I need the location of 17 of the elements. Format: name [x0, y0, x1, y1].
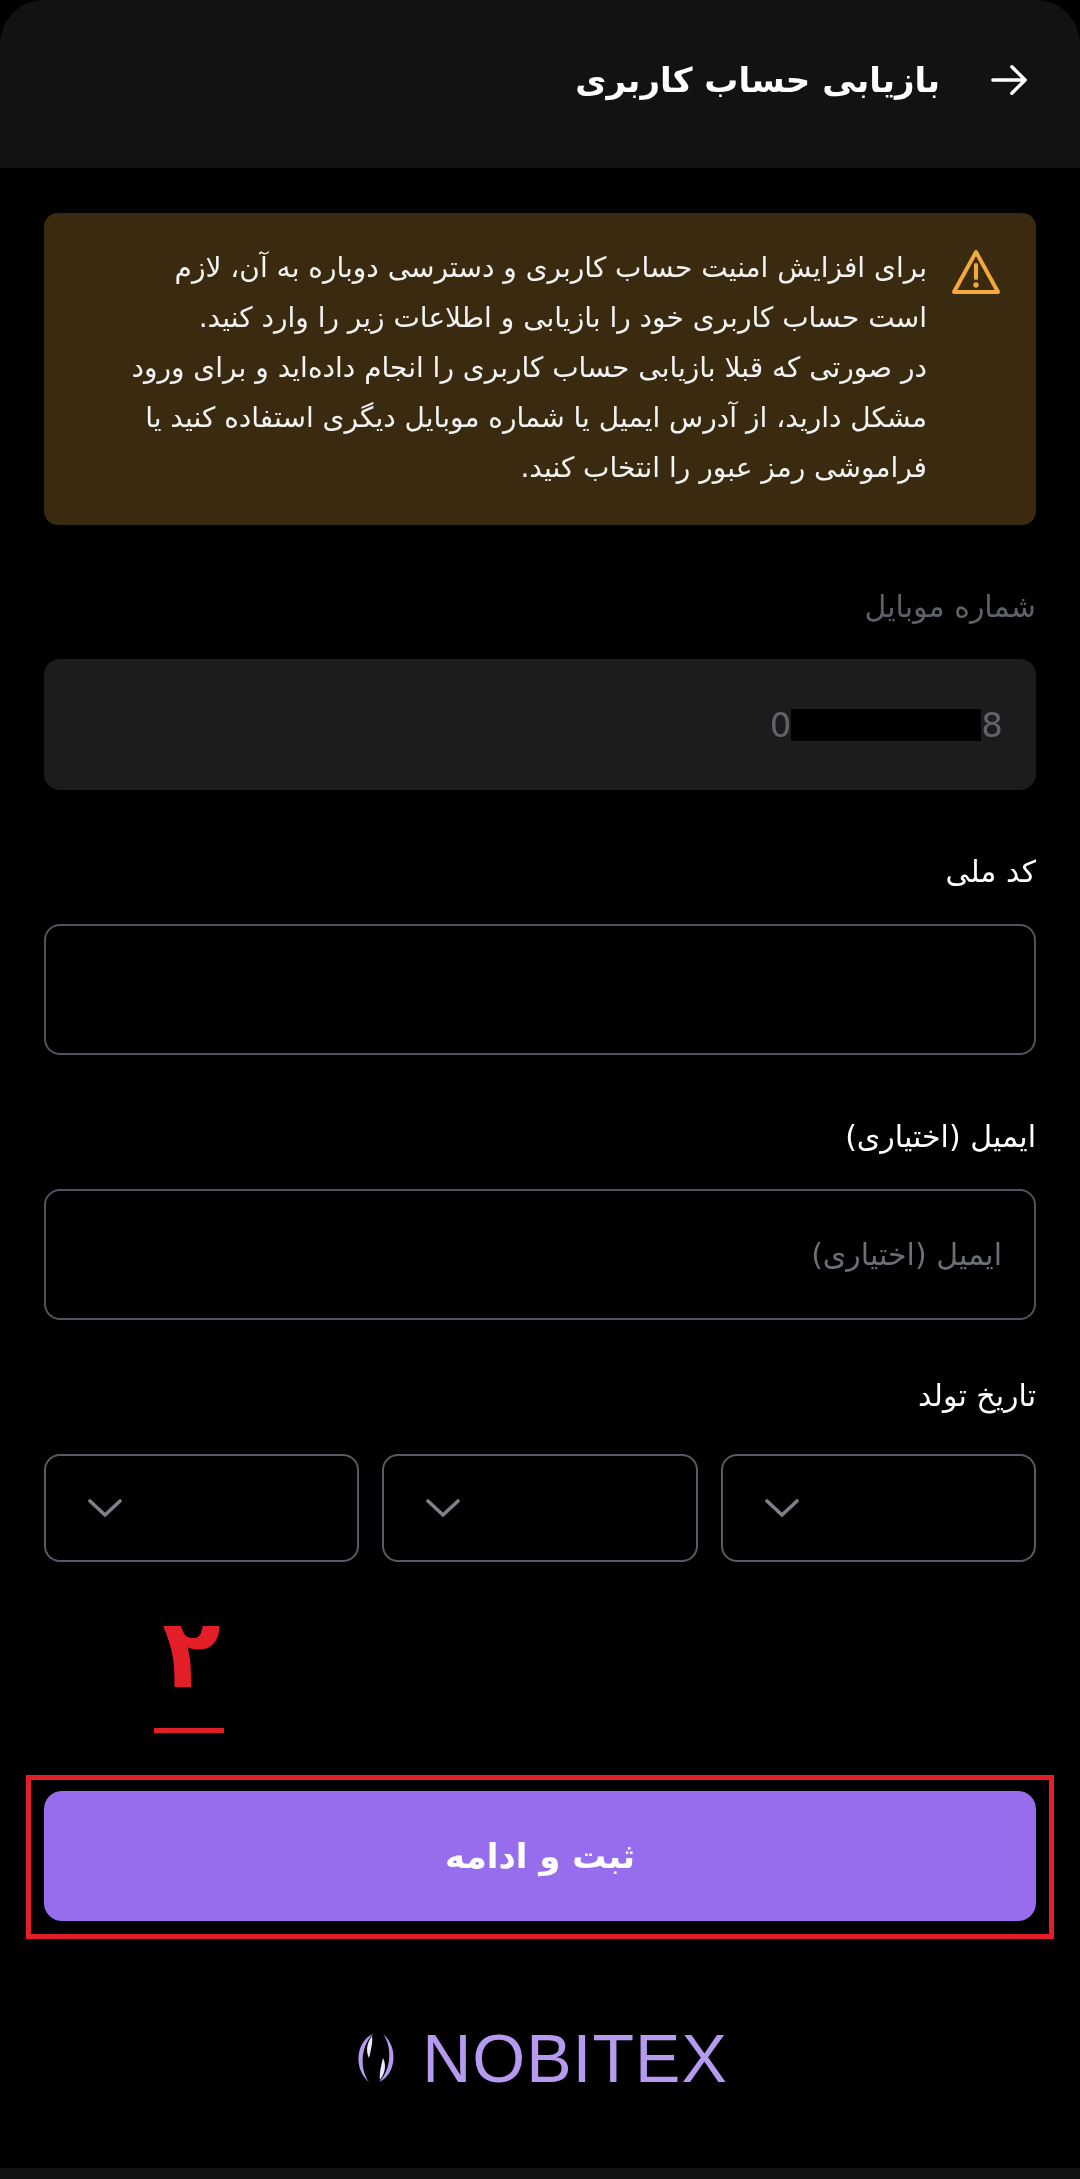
notice-paragraph: در صورتی که قبلا بازیابی حساب کاربری را انجام داده‌اید و برای ورود مشکل دارید، از آدرس ایمیل یا شماره موبایل دیگری استفاده کنید یا فراموشی رمز عبور را انتخاب کنید. — [130, 350, 927, 486]
annotation-underline — [154, 1728, 224, 1733]
field-label: کد ملی — [945, 853, 1036, 891]
date-select[interactable] — [720, 1454, 1036, 1562]
logo-wordmark: NOBITEX — [422, 2023, 728, 2093]
page-title: بازیابی حساب کاربری — [575, 59, 940, 103]
input-field[interactable]: ایمیل (اختیاری) — [44, 1189, 1036, 1320]
field-label: ایمیل (اختیاری) — [845, 1118, 1036, 1156]
notice-paragraph: برای افزایش امنیت حساب کاربری و دسترسی دوباره به آن، لازم است حساب کاربری خود را بازیابی و اطلاعات زیر را وارد کنید. — [173, 250, 927, 336]
date-select[interactable] — [44, 1454, 360, 1562]
submit-button[interactable]: ثبت و ادامه — [44, 1791, 1036, 1921]
date-select[interactable] — [382, 1454, 698, 1562]
field-label: تاریخ تولد — [918, 1377, 1036, 1416]
input-field[interactable] — [44, 924, 1036, 1055]
annotation-number: ۲ — [162, 1602, 221, 1706]
field-label: شماره موبایل — [864, 588, 1036, 626]
warning-icon — [951, 249, 1001, 295]
